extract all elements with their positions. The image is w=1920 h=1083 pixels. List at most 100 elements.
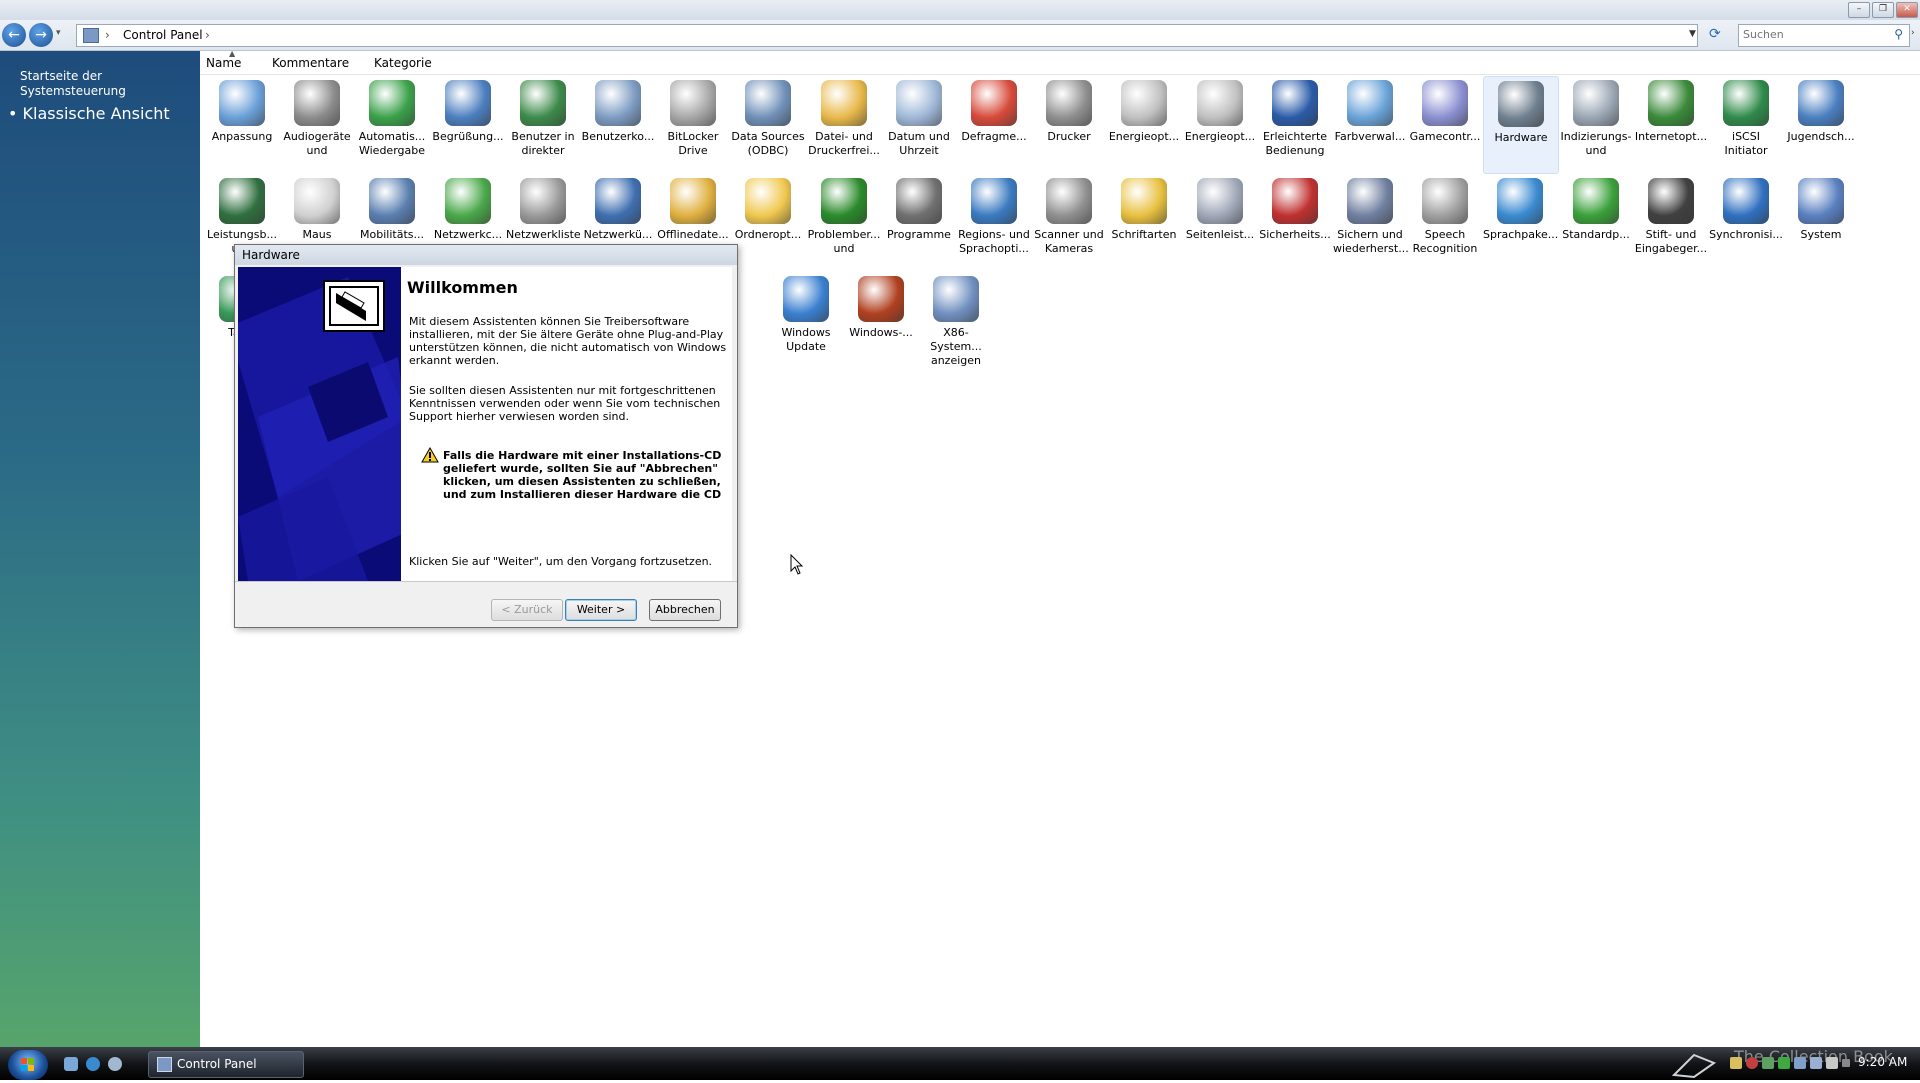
control-panel-item-internet-options[interactable]: Internetopt... — [1634, 76, 1708, 172]
control-panel-item-people-near-me[interactable]: Benutzer in direkter — [506, 76, 580, 172]
refresh-icon[interactable]: ⟳ — [1709, 26, 1721, 42]
control-panel-item-speaker[interactable]: Audiogeräte und — [280, 76, 354, 172]
control-panel-item-firewall[interactable]: Windows-... — [844, 272, 918, 368]
search-input[interactable] — [1739, 25, 1887, 44]
switch-windows-icon[interactable] — [108, 1057, 122, 1071]
control-panel-item-hardware[interactable]: Hardware — [1483, 76, 1559, 174]
back-arrow-icon: ← — [8, 27, 20, 43]
control-panel-item-folder-share[interactable]: Datei- und Druckerfrei... — [807, 76, 881, 172]
item-label: Maus — [302, 228, 332, 241]
control-panel-item-folder-options[interactable]: Ordneropt... — [731, 174, 805, 270]
control-panel-item-personalization[interactable]: Anpassung — [205, 76, 279, 172]
cancel-button[interactable]: Abbrechen — [649, 599, 721, 621]
forward-arrow-icon: → — [35, 27, 47, 43]
system-clock[interactable]: 9:20 AM — [1858, 1055, 1907, 1069]
column-category[interactable]: Kategorie — [374, 56, 432, 70]
control-panel-item-defrag[interactable]: Defragme... — [957, 76, 1031, 172]
fonts-folder-icon — [1121, 178, 1167, 224]
bitlocker-icon — [670, 80, 716, 126]
control-panel-item-fonts-folder[interactable]: Schriftarten — [1107, 174, 1181, 270]
overflow-chevron-icon[interactable]: › — [1911, 28, 1915, 38]
address-dropdown-icon[interactable]: ▼ — [1689, 29, 1696, 39]
control-panel-item-ease-of-access[interactable]: Erleichterte Bedienung — [1258, 76, 1332, 172]
control-panel-item-sync[interactable]: Synchronisi... — [1709, 174, 1783, 270]
control-panel-item-printer[interactable]: Drucker — [1032, 76, 1106, 172]
regional-globe-icon — [971, 178, 1017, 224]
control-panel-item-sidebar-gear[interactable]: Seitenleist... — [1183, 174, 1257, 270]
control-panel-item-power-options[interactable]: Energieopt... — [1183, 76, 1257, 172]
back-button[interactable]: ← — [2, 23, 26, 47]
breadcrumb-control-panel[interactable]: Control Panel — [123, 28, 203, 42]
next-button[interactable]: Weiter > — [565, 599, 637, 621]
tray-icon-5[interactable] — [1794, 1057, 1806, 1069]
control-panel-item-parental-controls[interactable]: Jugendsch... — [1784, 76, 1858, 172]
breadcrumb-separator-icon[interactable]: › — [105, 28, 110, 42]
taskbar-button-control-panel[interactable]: Control Panel — [148, 1051, 304, 1078]
address-bar[interactable]: › Control Panel › ▼ — [76, 24, 1698, 47]
tray-icon-8[interactable] — [1842, 1059, 1850, 1067]
column-name[interactable]: Name — [206, 56, 241, 70]
control-panel-item-welcome-center[interactable]: Begrüßung... — [431, 76, 505, 172]
item-label: Begrüßung... — [432, 130, 504, 143]
internet-explorer-icon[interactable] — [86, 1057, 100, 1071]
volume-tray-icon[interactable] — [1826, 1057, 1838, 1069]
restore-button[interactable]: ❐ — [1872, 2, 1894, 18]
clock-icon — [896, 80, 942, 126]
control-panel-item-language-pack[interactable]: Sprachpake... — [1483, 174, 1558, 270]
item-label: Windows-... — [849, 326, 913, 339]
control-panel-home-link[interactable]: Startseite der Systemsteuerung — [20, 69, 180, 99]
dialog-titlebar[interactable]: Hardware — [235, 245, 737, 265]
item-label: Ordneropt... — [734, 228, 802, 241]
item-label: Drucker — [1047, 130, 1091, 143]
control-panel-item-bitlocker[interactable]: BitLocker Drive — [656, 76, 730, 172]
tray-icon-security[interactable] — [1746, 1057, 1758, 1069]
close-button[interactable]: ✕ — [1896, 2, 1918, 18]
network-tray-icon[interactable] — [1810, 1057, 1822, 1069]
search-icon[interactable]: ⚲ — [1894, 27, 1903, 41]
column-comments[interactable]: Kommentare — [272, 56, 349, 70]
classic-view-label: Klassische Ansicht — [22, 104, 170, 123]
recent-pages-dropdown-icon[interactable]: ▾ — [56, 28, 61, 38]
folder-share-icon — [821, 80, 867, 126]
forward-button[interactable]: → — [29, 23, 53, 47]
control-panel-item-color-management[interactable]: Farbverwal... — [1333, 76, 1407, 172]
control-panel-item-clock[interactable]: Datum und Uhrzeit — [882, 76, 956, 172]
tray-icon-3[interactable] — [1762, 1057, 1774, 1069]
parental-controls-icon — [1798, 80, 1844, 126]
classic-view-link[interactable]: • Klassische Ansicht — [8, 104, 170, 123]
control-panel-item-backup[interactable]: Sichern und wiederherst... — [1333, 174, 1409, 270]
x86-system-icon — [933, 276, 979, 322]
control-panel-item-indexing[interactable]: Indizierungs- und — [1559, 76, 1633, 172]
control-panel-item-regional-globe[interactable]: Regions- und Sprachopti... — [957, 174, 1031, 270]
wizard-continue-hint: Klicken Sie auf "Weiter", um den Vorgang… — [409, 555, 713, 568]
control-panel-item-microphone[interactable]: Speech Recognition — [1408, 174, 1482, 270]
control-panel-item-power-options[interactable]: Energieopt... — [1107, 76, 1181, 172]
minimize-button[interactable]: – — [1848, 2, 1870, 18]
tray-icon-1[interactable] — [1730, 1057, 1742, 1069]
control-panel-item-camera[interactable]: Scanner und Kameras — [1032, 174, 1106, 270]
tray-icon-defender[interactable] — [1778, 1057, 1790, 1069]
control-panel-item-gamepad[interactable]: Gamecontr... — [1408, 76, 1482, 172]
control-panel-item-user-accounts[interactable]: Benutzerko... — [581, 76, 655, 172]
breadcrumb-chevron-icon[interactable]: › — [205, 28, 210, 42]
network-center-icon — [445, 178, 491, 224]
control-panel-item-default-programs[interactable]: Standardp... — [1559, 174, 1633, 270]
show-desktop-icon[interactable] — [64, 1057, 78, 1071]
control-panel-item-iscsi[interactable]: iSCSI Initiator — [1709, 76, 1783, 172]
control-panel-item-problem-reports[interactable]: Problember... und — [807, 174, 881, 270]
control-panel-item-windows-update[interactable]: Windows Update — [769, 272, 843, 368]
control-panel-item-security-shield[interactable]: Sicherheits... — [1258, 174, 1332, 270]
item-label: Synchronisi... — [1709, 228, 1783, 241]
control-panel-item-autoplay[interactable]: Automatis... Wiedergabe — [355, 76, 429, 172]
control-panel-item-programs[interactable]: Programme — [882, 174, 956, 270]
firewall-icon — [858, 276, 904, 322]
control-panel-item-system[interactable]: System — [1784, 174, 1858, 270]
control-panel-item-pen[interactable]: Stift- und Eingabeger... — [1634, 174, 1708, 270]
start-button[interactable] — [8, 1050, 48, 1080]
control-panel-item-odbc[interactable]: Data Sources (ODBC) — [731, 76, 805, 172]
search-box[interactable]: ⚲ — [1738, 24, 1910, 47]
item-label: Netzwerkc... — [433, 228, 503, 241]
performance-icon — [219, 178, 265, 224]
control-panel-item-x86-system[interactable]: X86-System... anzeigen — [919, 272, 993, 368]
back-button[interactable]: < Zurück — [491, 599, 563, 621]
